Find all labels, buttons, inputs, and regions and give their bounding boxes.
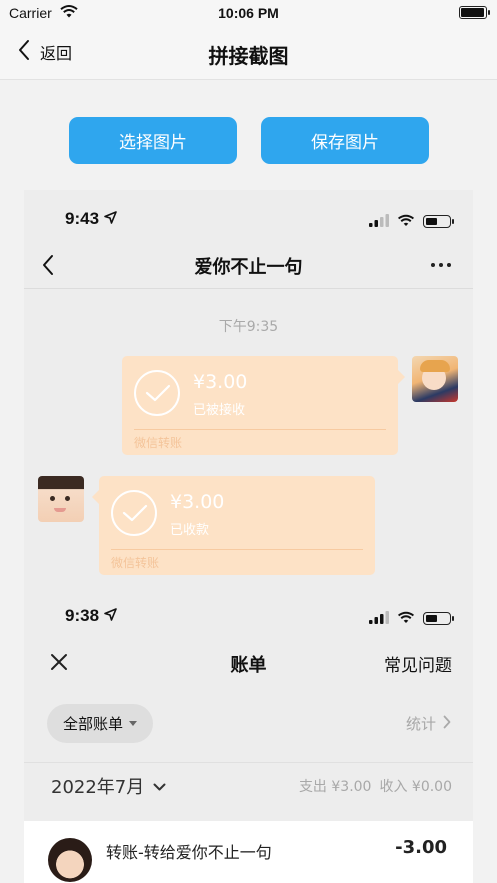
save-image-button[interactable]: 保存图片: [261, 117, 429, 164]
month-selector[interactable]: 2022年7月: [51, 773, 166, 799]
signal-icon: [369, 609, 389, 628]
divider: [111, 549, 363, 550]
select-image-button[interactable]: 选择图片: [69, 117, 237, 164]
avatar[interactable]: [38, 476, 84, 522]
more-icon[interactable]: [431, 263, 451, 267]
chat-timestamp: 下午9:35: [218, 319, 279, 335]
chat-title: 爱你不止一句: [194, 257, 303, 278]
stats-label: 统计: [405, 715, 436, 733]
bill-screenshot: 9:38 账单 常见问题 全部账单 统计 2022年7月 支出 ¥3.00 收入…: [24, 587, 473, 883]
bill-row-amount: -3.00: [395, 837, 447, 858]
transfer-status: 已收款: [170, 523, 210, 538]
status-time: 10:06 PM: [218, 5, 279, 21]
income-total: 收入 ¥0.00: [379, 779, 452, 795]
battery-icon: [423, 215, 454, 228]
page-title: 拼接截图: [208, 44, 289, 68]
chevron-right-icon: [443, 715, 451, 733]
transfer-amount: ¥3.00: [193, 371, 248, 393]
status-bar: Carrier 10:06 PM: [0, 0, 497, 26]
bill-header: 账单 常见问题: [24, 645, 473, 689]
month-label: 2022年7月: [51, 777, 145, 798]
transfer-type-label: 微信转账: [111, 556, 160, 570]
signal-icon: [369, 212, 389, 231]
transfer-amount: ¥3.00: [170, 491, 225, 513]
inner-time-label: 9:43: [65, 209, 100, 228]
location-arrow-icon: [104, 209, 117, 229]
nav-bar: 返回 拼接截图: [0, 26, 497, 80]
faq-link[interactable]: 常见问题: [384, 651, 452, 676]
inner-status-time: 9:43: [65, 209, 117, 229]
divider: [24, 762, 473, 763]
battery-icon: [459, 6, 490, 19]
location-arrow-icon: [104, 606, 117, 626]
inner-status-time: 9:38: [65, 606, 117, 626]
stats-link[interactable]: 统计: [406, 713, 451, 734]
bill-row-title: 转账-转给爱你不止一句: [106, 843, 272, 862]
transfer-bubble[interactable]: ¥3.00 已被接收 微信转账: [122, 356, 405, 455]
stitched-preview: 9:43 爱你不止一句 下午9:35 ¥3.00 已被接收 微信转账 ¥3.00…: [24, 190, 473, 883]
chat-screenshot: 9:43 爱你不止一句 下午9:35 ¥3.00 已被接收 微信转账 ¥3.00…: [24, 190, 473, 585]
avatar[interactable]: [412, 356, 458, 402]
inner-status-bar: 9:43: [24, 190, 473, 242]
month-summary: 支出 ¥3.00 收入 ¥0.00: [299, 776, 452, 796]
filter-label: 全部账单: [62, 715, 123, 733]
transfer-status: 已被接收: [193, 403, 246, 418]
divider: [134, 429, 386, 430]
caret-down-icon: [129, 721, 137, 726]
bill-filter-dropdown[interactable]: 全部账单: [47, 704, 153, 743]
expense-total: 支出 ¥3.00: [298, 779, 372, 795]
battery-icon: [423, 612, 454, 625]
bill-row[interactable]: 转账-转给爱你不止一句 -3.00: [24, 821, 473, 883]
inner-status-icons: [369, 609, 454, 628]
chevron-down-icon: [153, 776, 166, 797]
transfer-type-label: 微信转账: [134, 436, 183, 450]
inner-time-label: 9:38: [65, 606, 100, 625]
check-circle-icon: [111, 490, 157, 536]
wifi-icon: [397, 609, 415, 628]
wifi-icon: [397, 212, 415, 231]
inner-status-icons: [369, 212, 454, 231]
avatar: [48, 838, 92, 882]
check-circle-icon: [134, 370, 180, 416]
transfer-bubble[interactable]: ¥3.00 已收款 微信转账: [92, 476, 375, 575]
chat-header: 爱你不止一句: [24, 242, 473, 289]
